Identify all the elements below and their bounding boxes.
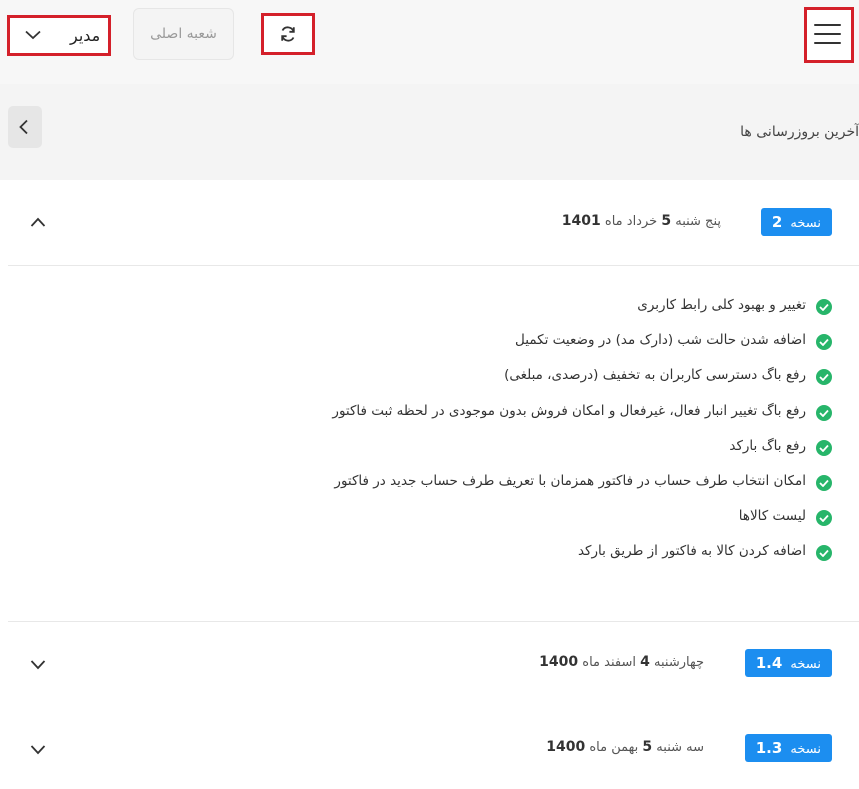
version-date: چهارشنبه 4 اسفند ماه 1400: [539, 654, 704, 670]
page-title: آخرین بروزرسانی ها: [740, 124, 859, 140]
role-highlight-box: [7, 15, 111, 56]
page-header: آخرین بروزرسانی ها: [0, 84, 859, 180]
list-item: اضافه کردن کالا به فاکتور از طریق بارکد: [192, 542, 832, 577]
list-item: رفع باگ بارکد: [192, 437, 832, 472]
version-date: سه شنبه 5 بهمن ماه 1400: [546, 739, 704, 755]
check-circle-icon: [816, 334, 832, 351]
list-item: تغییر و بهبود کلی رابط کاربری: [192, 296, 832, 331]
refresh-highlight-box: [261, 13, 315, 55]
list-item: رفع باگ تغییر انبار فعال، غیرفعال و امکا…: [192, 402, 832, 437]
back-button[interactable]: [8, 106, 42, 148]
chevron-up-icon[interactable]: [30, 217, 46, 227]
version-row[interactable]: سه شنبه 5 بهمن ماه 1400 نسخه 1.3: [8, 707, 859, 789]
version-badge: نسخه 1.3: [744, 734, 832, 762]
version-badge: نسخه 2: [760, 208, 832, 236]
check-circle-icon: [816, 510, 832, 527]
check-circle-icon: [816, 474, 832, 491]
check-circle-icon: [816, 299, 832, 315]
check-circle-icon: [816, 369, 832, 386]
change-list: تغییر و بهبود کلی رابط کاربری اضافه شدن …: [192, 296, 832, 578]
branch-button[interactable]: شعبه اصلی: [133, 8, 234, 60]
menu-highlight-box: [804, 7, 854, 63]
chevron-down-icon[interactable]: [30, 745, 46, 755]
version-badge: نسخه 1.4: [744, 649, 832, 677]
version-row[interactable]: پنج شنبه 5 خرداد ماه 1401 نسخه 2: [8, 180, 859, 266]
version-date: پنج شنبه 5 خرداد ماه 1401: [561, 213, 721, 229]
check-circle-icon: [816, 545, 832, 562]
list-item: امکان انتخاب طرف حساب در فاکتور همزمان ب…: [192, 472, 832, 507]
chevron-left-icon: [19, 119, 28, 135]
list-item: لیست کالاها: [192, 507, 832, 542]
version-row[interactable]: چهارشنبه 4 اسفند ماه 1400 نسخه 1.4: [8, 622, 859, 708]
check-circle-icon: [816, 439, 832, 456]
list-item: اضافه شدن حالت شب (دارک مد) در وضعیت تکم…: [192, 331, 832, 366]
list-item: رفع باگ دسترسی کاربران به تخفیف (درصدی، …: [192, 366, 832, 401]
check-circle-icon: [816, 404, 832, 421]
chevron-down-icon[interactable]: [30, 660, 46, 670]
top-bar: شعبه اصلی مدیر: [0, 0, 859, 84]
